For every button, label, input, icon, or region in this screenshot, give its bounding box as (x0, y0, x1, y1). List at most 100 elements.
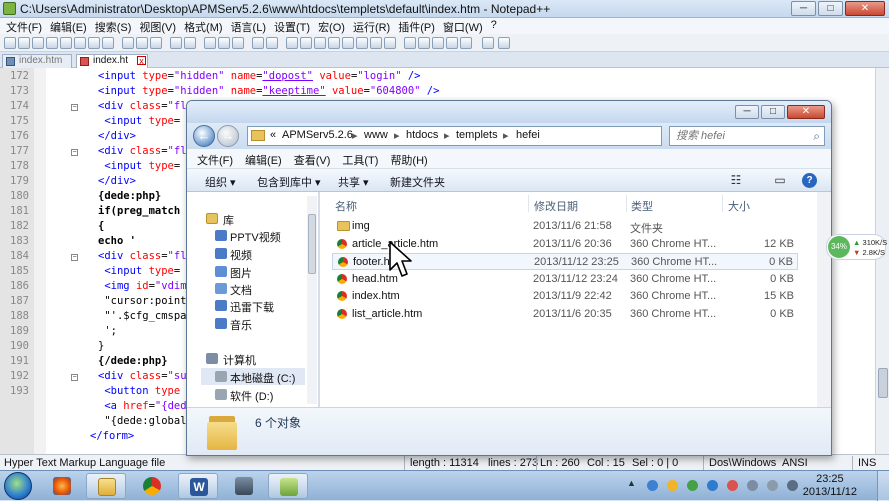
toolbar-button[interactable] (252, 37, 264, 49)
tray-app-icon[interactable] (687, 480, 698, 491)
help-icon[interactable]: ? (802, 173, 817, 188)
share-button[interactable]: 共享 ▾ (338, 174, 369, 190)
view-options-icon[interactable]: ☷ (728, 173, 744, 187)
code-line[interactable]: <img id="vdim (98, 280, 186, 292)
toolbar-button[interactable] (446, 37, 458, 49)
menu-format[interactable]: 格式(M) (182, 18, 229, 34)
toolbar-button[interactable] (170, 37, 182, 49)
toolbar-button[interactable] (218, 37, 230, 49)
network-speed-widget[interactable]: 34% ▲ 310K/S ▼ 2.8K/S (826, 234, 887, 260)
menu-file[interactable]: 文件(F) (4, 18, 48, 34)
taskbar-word[interactable]: W (178, 473, 218, 499)
minimize-button[interactable]: ─ (791, 1, 816, 16)
toolbar-button[interactable] (136, 37, 148, 49)
code-line[interactable]: <input type= (98, 160, 180, 172)
breadcrumb-separator[interactable]: ▸ (444, 129, 450, 142)
file-tab-inactive[interactable]: index.htm (2, 54, 72, 68)
nav-pane-scrollbar[interactable] (307, 196, 317, 404)
column-header-date[interactable]: 修改日期 (534, 198, 578, 214)
toolbar-button[interactable] (300, 37, 312, 49)
column-header-name[interactable]: 名称 (335, 198, 357, 214)
address-breadcrumb[interactable]: « APMServ5.2.6 ▸ www ▸ htdocs ▸ templets… (247, 126, 704, 146)
menu-language[interactable]: 语言(L) (229, 18, 272, 34)
explorer-minimize-button[interactable]: ─ (735, 105, 759, 119)
code-line[interactable]: <div class="fl (98, 100, 187, 112)
explorer-menu-view[interactable]: 查看(V) (294, 149, 343, 168)
toolbar-button[interactable] (32, 37, 44, 49)
code-line[interactable]: <input type= (98, 265, 180, 277)
taskbar-apmserv[interactable] (224, 473, 264, 499)
explorer-menu-help[interactable]: 帮助(H) (390, 149, 439, 168)
code-line[interactable]: {/dede:php} (98, 355, 168, 367)
menu-run[interactable]: 运行(R) (351, 18, 396, 34)
breadcrumb-separator[interactable]: ▸ (352, 129, 358, 142)
toolbar-button[interactable] (342, 37, 354, 49)
breadcrumb-apmserv[interactable]: APMServ5.2.6 (282, 129, 353, 141)
menu-search[interactable]: 搜索(S) (93, 18, 138, 34)
menu-edit[interactable]: 编辑(E) (48, 18, 93, 34)
toolbar-button[interactable] (370, 37, 382, 49)
code-line[interactable]: } (98, 340, 104, 352)
toolbar-button[interactable] (460, 37, 472, 49)
toolbar-button[interactable] (432, 37, 444, 49)
volume-icon[interactable] (767, 480, 778, 491)
explorer-menu-tools[interactable]: 工具(T) (342, 149, 390, 168)
code-line[interactable]: "'.$cfg_cmspa (98, 310, 186, 322)
editor-vertical-scrollbar[interactable] (875, 68, 889, 454)
toolbar-button[interactable] (498, 37, 510, 49)
notepadpp-title-bar[interactable]: C:\Users\Administrator\Desktop\APMServ5.… (0, 0, 889, 18)
taskbar-file-explorer[interactable] (86, 473, 126, 499)
column-header-size[interactable]: 大小 (728, 198, 750, 214)
breadcrumb-hefei[interactable]: hefei (516, 129, 540, 141)
code-line[interactable]: <input type= (98, 115, 180, 127)
toolbar-button[interactable] (328, 37, 340, 49)
network-icon[interactable] (747, 480, 758, 491)
fold-toggle-icon[interactable]: − (71, 374, 78, 381)
nav-music[interactable]: 音乐 (230, 317, 252, 333)
code-line[interactable]: </form> (90, 430, 134, 442)
toolbar-button[interactable] (204, 37, 216, 49)
nav-local-disk-c[interactable]: 本地磁盘 (C:) (230, 370, 295, 386)
tray-app-icon[interactable] (647, 480, 658, 491)
explorer-menu-file[interactable]: 文件(F) (197, 149, 245, 168)
toolbar-button[interactable] (482, 37, 494, 49)
nav-pictures[interactable]: 图片 (230, 265, 252, 281)
code-line[interactable]: <button type (98, 385, 180, 397)
menu-plugins[interactable]: 插件(P) (396, 18, 441, 34)
breadcrumb-templets[interactable]: templets (456, 129, 498, 141)
forward-arrow-icon[interactable]: → (217, 125, 239, 147)
toolbar-button[interactable] (404, 37, 416, 49)
code-line[interactable]: <div class="su (98, 370, 187, 382)
back-arrow-icon[interactable]: ← (193, 125, 215, 147)
tray-app-icon[interactable] (787, 480, 798, 491)
file-tab-active[interactable]: index.ht x (76, 54, 148, 68)
nav-software-d[interactable]: 软件 (D:) (230, 388, 273, 404)
code-line[interactable]: "{dede:global (98, 415, 186, 427)
code-line[interactable]: '; (98, 325, 117, 337)
code-line[interactable]: </div> (98, 175, 136, 187)
menu-settings[interactable]: 设置(T) (272, 18, 316, 34)
explorer-menu-edit[interactable]: 编辑(E) (245, 149, 294, 168)
include-in-library-button[interactable]: 包含到库中 ▾ (257, 174, 321, 190)
breadcrumb-www[interactable]: www (364, 129, 388, 141)
file-row[interactable]: index.htm 2013/11/9 22:42 360 Chrome HT...… (332, 288, 798, 305)
show-desktop-button[interactable] (877, 471, 889, 501)
preview-pane-icon[interactable]: ▭ (772, 173, 788, 187)
code-line[interactable]: { (98, 220, 104, 232)
toolbar-button[interactable] (88, 37, 100, 49)
toolbar-button[interactable] (314, 37, 326, 49)
toolbar-button[interactable] (74, 37, 86, 49)
toolbar-button[interactable] (46, 37, 58, 49)
file-row[interactable]: img 2013/11/6 21:58 文件夹 (332, 218, 798, 235)
explorer-title-bar[interactable]: ─ □ ✕ (187, 101, 831, 123)
toolbar-button[interactable] (286, 37, 298, 49)
taskbar-notepad-plus-plus[interactable] (268, 473, 308, 499)
toolbar-button[interactable] (18, 37, 30, 49)
code-line[interactable]: echo ' (98, 235, 136, 247)
explorer-maximize-button[interactable]: □ (761, 105, 785, 119)
tray-app-icon[interactable] (707, 480, 718, 491)
start-button[interactable] (4, 472, 32, 500)
code-line[interactable]: {dede:php} (98, 190, 161, 202)
nav-videos[interactable]: 视频 (230, 247, 252, 263)
breadcrumb-overflow[interactable]: « (270, 129, 276, 141)
